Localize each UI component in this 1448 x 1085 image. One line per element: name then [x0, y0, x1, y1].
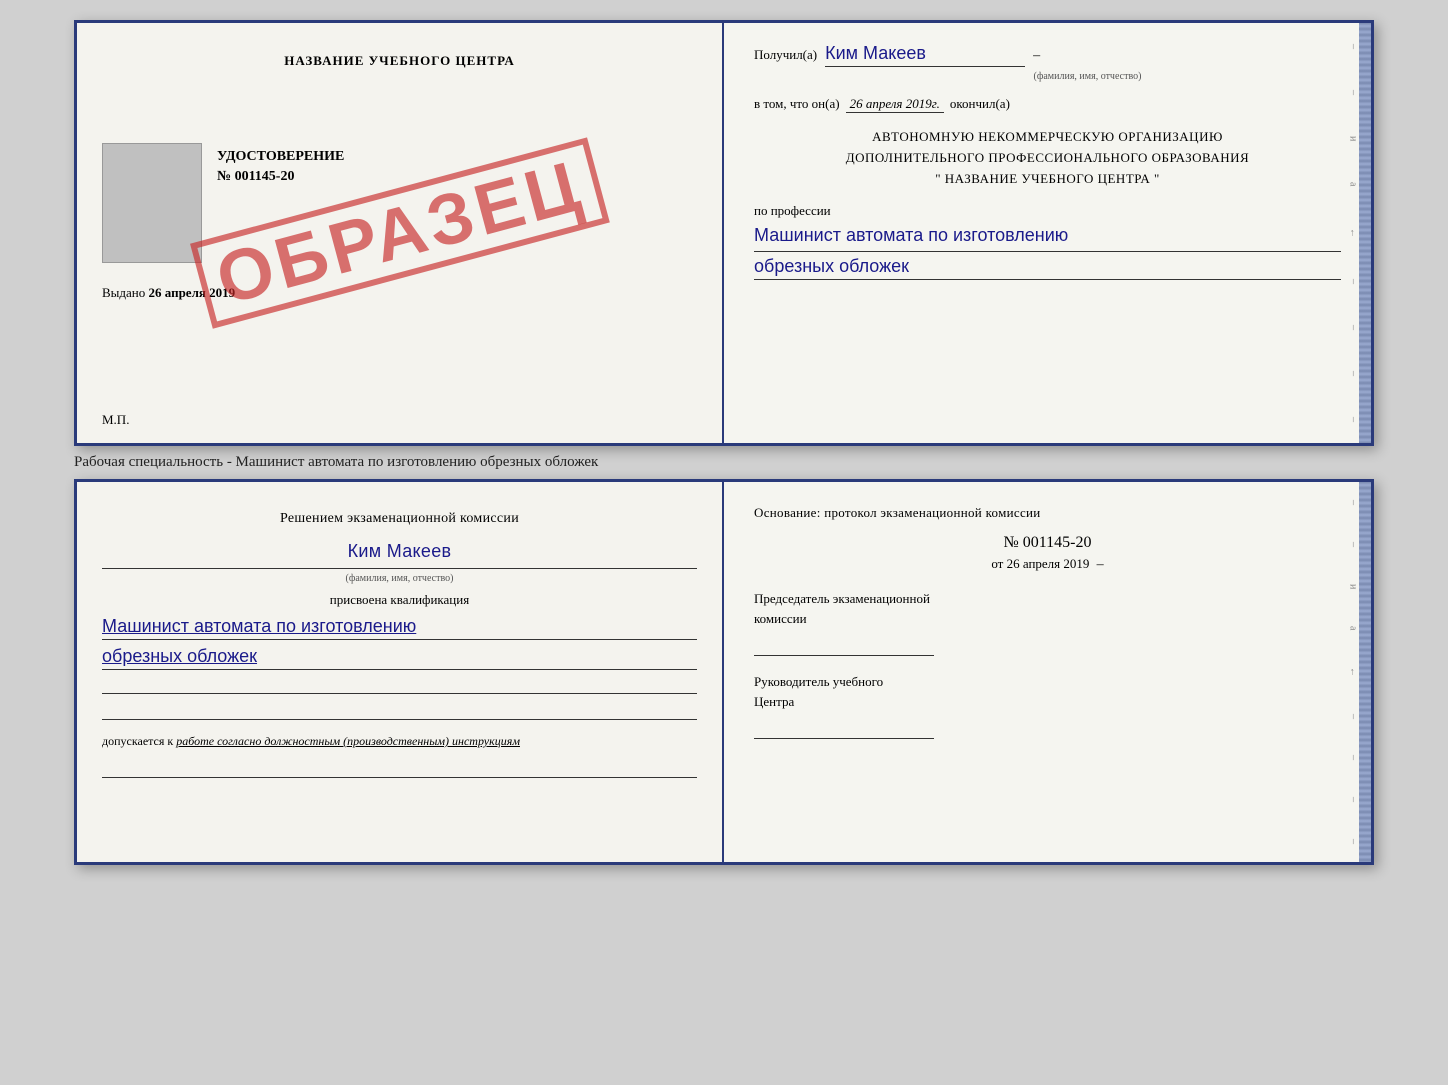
resheniyem-block: Решением экзаменационной комиссии Ким Ма… — [102, 506, 697, 569]
poluchil-name: Ким Макеев — [825, 43, 1025, 67]
mp-line: М.П. — [102, 412, 129, 428]
blank-line-2 — [102, 700, 697, 720]
profession-line1: Машинист автомата по изготовлению — [754, 223, 1341, 251]
kvalif-line1: Машинист автомата по изготовлению — [102, 614, 697, 640]
dopuskaetsya-label: допускается к — [102, 734, 173, 748]
predsedatel-signature-line — [754, 636, 934, 656]
photo-placeholder — [102, 143, 202, 263]
bottom-right-spine: – – и а ← – – – – — [1349, 482, 1357, 862]
rukovoditel-line1: Руководитель учебного — [754, 672, 1341, 692]
ot-label: от — [991, 556, 1003, 571]
top-left-page: НАЗВАНИЕ УЧЕБНОГО ЦЕНТРА УДОСТОВЕРЕНИЕ №… — [77, 23, 724, 443]
bottom-document-spread: Решением экзаменационной комиссии Ким Ма… — [74, 479, 1374, 865]
right-spine: – – и а ← – – – – — [1349, 23, 1357, 443]
ot-date: 26 апреля 2019 — [1007, 556, 1090, 571]
bottom-left-page: Решением экзаменационной комиссии Ким Ма… — [77, 482, 724, 862]
ot-dash: – — [1097, 557, 1104, 572]
udostoverenie-number: № 001145-20 — [217, 169, 697, 185]
protocol-number: № 001145-20 — [754, 534, 1341, 552]
predsedatel-line2: комиссии — [754, 609, 1341, 629]
blank-line-3 — [102, 758, 697, 778]
org-block: АВТОНОМНУЮ НЕКОММЕРЧЕСКУЮ ОРГАНИЗАЦИЮ ДО… — [754, 127, 1341, 189]
vtom-row: в том, что он(а) 26 апреля 2019г. окончи… — [754, 96, 1341, 113]
blank-line-1 — [102, 674, 697, 694]
bottom-right-page: Основание: протокол экзаменационной коми… — [724, 482, 1371, 862]
udostoverenie-block: УДОСТОВЕРЕНИЕ № 001145-20 — [217, 149, 697, 185]
vydano-date: 26 апреля 2019 — [149, 285, 236, 300]
vydano-line: Выдано 26 апреля 2019 — [102, 285, 697, 301]
ot-date-row: от 26 апреля 2019 – — [754, 556, 1341, 573]
okonchil-label: окончил(а) — [950, 96, 1010, 112]
top-document-spread: НАЗВАНИЕ УЧЕБНОГО ЦЕНТРА УДОСТОВЕРЕНИЕ №… — [74, 20, 1374, 446]
top-left-title: НАЗВАНИЕ УЧЕБНОГО ЦЕНТРА — [102, 53, 697, 69]
dopuskaetsya-block: допускается к работе согласно должностны… — [102, 732, 697, 750]
top-right-page: Получил(a) Ким Макеев – (фамилия, имя, о… — [724, 23, 1371, 443]
poluchil-label: Получил(a) — [754, 47, 817, 63]
profession-line2: обрезных обложек — [754, 256, 1341, 280]
document-container: НАЗВАНИЕ УЧЕБНОГО ЦЕНТРА УДОСТОВЕРЕНИЕ №… — [74, 20, 1374, 865]
vtom-label: в том, что он(а) — [754, 96, 840, 112]
vydano-label: Выдано — [102, 285, 145, 300]
predsedatel-block: Председатель экзаменационной комиссии — [754, 589, 1341, 656]
org-name: " НАЗВАНИЕ УЧЕБНОГО ЦЕНТРА " — [754, 169, 1341, 190]
org-line2: ДОПОЛНИТЕЛЬНОГО ПРОФЕССИОНАЛЬНОГО ОБРАЗО… — [754, 148, 1341, 169]
po-professii: по профессии — [754, 203, 1341, 219]
rukovoditel-signature-line — [754, 719, 934, 739]
poluchil-row: Получил(a) Ким Макеев – — [754, 43, 1341, 67]
rukovoditel-block: Руководитель учебного Центра — [754, 672, 1341, 739]
document-caption: Рабочая специальность - Машинист автомат… — [74, 454, 598, 471]
dopuskaetsya-text: работе согласно должностным (производств… — [176, 734, 520, 748]
fio-label-bottom: (фамилия, имя, отчество) — [102, 573, 697, 584]
poluchil-dash: – — [1033, 48, 1040, 64]
resheniyem-label: Решением экзаменационной комиссии — [102, 506, 697, 531]
predsedatel-line1: Председатель экзаменационной — [754, 589, 1341, 609]
fio-label-top: (фамилия, имя, отчество) — [834, 71, 1341, 82]
rukovoditel-line2: Центра — [754, 692, 1341, 712]
prisvoena-label: присвоена квалификация — [102, 592, 697, 608]
vtom-date: 26 апреля 2019г. — [846, 96, 944, 113]
kvalif-line2: обрезных обложек — [102, 644, 697, 670]
resheniyem-name: Ким Макеев — [102, 535, 697, 568]
udostoverenie-title: УДОСТОВЕРЕНИЕ — [217, 149, 697, 165]
org-line1: АВТОНОМНУЮ НЕКОММЕРЧЕСКУЮ ОРГАНИЗАЦИЮ — [754, 127, 1341, 148]
osnovanie-label: Основание: протокол экзаменационной коми… — [754, 502, 1341, 524]
